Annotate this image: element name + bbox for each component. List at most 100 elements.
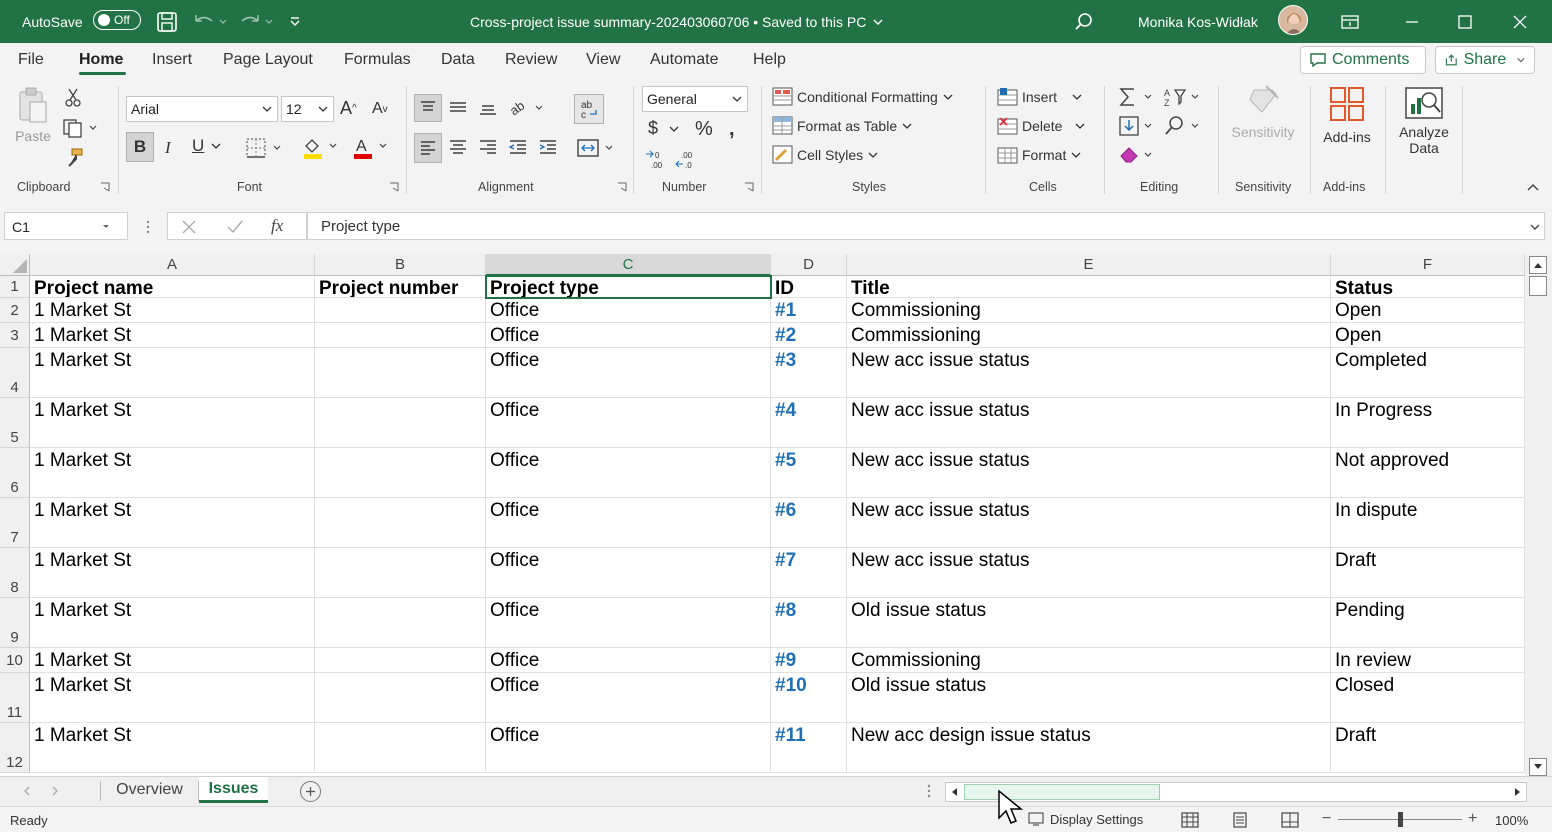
- scroll-left-icon[interactable]: [950, 787, 960, 797]
- column-header-b[interactable]: B: [315, 254, 486, 276]
- sheet-tab-overview[interactable]: Overview: [102, 777, 197, 803]
- minimize-icon[interactable]: [1389, 0, 1435, 43]
- table-cell[interactable]: 1 Market St: [30, 648, 315, 673]
- align-middle-icon[interactable]: [448, 98, 468, 116]
- row-header[interactable]: 1: [0, 276, 30, 298]
- table-cell[interactable]: New acc issue status: [847, 348, 1331, 398]
- issue-id-link[interactable]: #3: [771, 348, 847, 398]
- find-select-icon[interactable]: [1163, 115, 1203, 137]
- zoom-level[interactable]: 100%: [1495, 813, 1528, 828]
- number-launcher-icon[interactable]: [744, 182, 754, 192]
- scroll-down-icon[interactable]: [1529, 758, 1547, 776]
- zoom-in-icon[interactable]: +: [1468, 810, 1477, 828]
- table-cell[interactable]: 1 Market St: [30, 673, 315, 723]
- increase-font-icon[interactable]: A ^: [340, 98, 357, 119]
- table-cell[interactable]: Office: [486, 673, 771, 723]
- table-cell[interactable]: [315, 298, 486, 323]
- tab-split-grip-icon[interactable]: [926, 784, 932, 798]
- scroll-up-icon[interactable]: [1529, 256, 1547, 274]
- row-header[interactable]: 9: [0, 598, 30, 648]
- percent-icon[interactable]: %: [695, 118, 713, 141]
- add-ins-button[interactable]: Add-ins: [1316, 86, 1378, 145]
- tab-page-layout[interactable]: Page Layout: [223, 51, 313, 69]
- orientation-icon[interactable]: ab: [508, 96, 546, 118]
- number-format-select[interactable]: General: [642, 86, 748, 112]
- table-cell[interactable]: Office: [486, 348, 771, 398]
- issue-id-link[interactable]: #8: [771, 598, 847, 648]
- name-box[interactable]: C1: [4, 212, 128, 240]
- table-cell[interactable]: Office: [486, 598, 771, 648]
- table-cell[interactable]: Office: [486, 498, 771, 548]
- table-cell[interactable]: [315, 448, 486, 498]
- font-launcher-icon[interactable]: [389, 182, 399, 192]
- table-cell[interactable]: In dispute: [1331, 498, 1525, 548]
- table-cell[interactable]: New acc issue status: [847, 398, 1331, 448]
- cancel-icon[interactable]: [181, 219, 197, 235]
- paste-button[interactable]: Paste: [14, 86, 52, 144]
- autosum-icon[interactable]: [1118, 86, 1158, 108]
- row-header[interactable]: 4: [0, 348, 30, 398]
- formula-input[interactable]: Project type: [307, 212, 1545, 240]
- row-header[interactable]: 10: [0, 648, 30, 673]
- sensitivity-button[interactable]: Sensitivity: [1228, 84, 1298, 140]
- table-cell[interactable]: 1 Market St: [30, 548, 315, 598]
- clipboard-launcher-icon[interactable]: [100, 182, 110, 192]
- analyze-data-button[interactable]: Analyze Data: [1395, 86, 1453, 156]
- user-name[interactable]: Monika Kos-Widłak: [1138, 0, 1258, 43]
- merge-center-icon[interactable]: [576, 138, 616, 158]
- header-cell[interactable]: Project number: [315, 276, 486, 298]
- table-cell[interactable]: Office: [486, 298, 771, 323]
- table-cell[interactable]: Commissioning: [847, 298, 1331, 323]
- table-cell[interactable]: Not approved: [1331, 448, 1525, 498]
- table-cell[interactable]: [315, 398, 486, 448]
- table-cell[interactable]: 1 Market St: [30, 348, 315, 398]
- column-header-f[interactable]: F: [1331, 254, 1525, 276]
- sheet-tab-issues[interactable]: Issues: [199, 777, 268, 803]
- document-title[interactable]: Cross-project issue summary-202403060706…: [470, 0, 885, 43]
- autosave-toggle[interactable]: Off: [93, 10, 141, 30]
- table-cell[interactable]: [315, 598, 486, 648]
- table-cell[interactable]: Open: [1331, 323, 1525, 348]
- table-cell[interactable]: [315, 498, 486, 548]
- collapse-ribbon-icon[interactable]: [1526, 182, 1540, 192]
- table-cell[interactable]: Completed: [1331, 348, 1525, 398]
- header-cell[interactable]: Project name: [30, 276, 315, 298]
- row-header[interactable]: 6: [0, 448, 30, 498]
- format-cells-button[interactable]: Format: [997, 145, 1082, 165]
- copy-icon[interactable]: [62, 118, 100, 138]
- table-cell[interactable]: [315, 648, 486, 673]
- increase-decimal-icon[interactable]: 0.00: [645, 148, 669, 170]
- table-cell[interactable]: In review: [1331, 648, 1525, 673]
- column-header-e[interactable]: E: [847, 254, 1331, 276]
- tab-help[interactable]: Help: [753, 51, 786, 69]
- fill-color-icon[interactable]: [302, 136, 342, 160]
- ribbon-display-icon[interactable]: [1327, 0, 1373, 43]
- format-painter-icon[interactable]: [64, 148, 84, 168]
- delete-cells-button[interactable]: Delete: [997, 116, 1086, 136]
- table-cell[interactable]: New acc issue status: [847, 548, 1331, 598]
- tab-home[interactable]: Home: [79, 51, 123, 69]
- column-header-c[interactable]: C: [486, 254, 771, 276]
- row-header[interactable]: 2: [0, 298, 30, 323]
- table-cell[interactable]: Office: [486, 723, 771, 773]
- currency-icon[interactable]: $: [648, 118, 680, 139]
- borders-icon[interactable]: [246, 138, 286, 158]
- table-cell[interactable]: Draft: [1331, 723, 1525, 773]
- header-cell[interactable]: Title: [847, 276, 1331, 298]
- header-cell[interactable]: Status: [1331, 276, 1525, 298]
- wrap-text-icon[interactable]: ab c: [574, 94, 604, 124]
- enter-check-icon[interactable]: [226, 219, 244, 235]
- table-cell[interactable]: Draft: [1331, 548, 1525, 598]
- font-color-icon[interactable]: A: [352, 136, 392, 160]
- issue-id-link[interactable]: #4: [771, 398, 847, 448]
- table-cell[interactable]: Office: [486, 323, 771, 348]
- customize-toolbar-icon[interactable]: [288, 0, 302, 43]
- table-cell[interactable]: [315, 723, 486, 773]
- table-cell[interactable]: Office: [486, 548, 771, 598]
- insert-cells-button[interactable]: Insert: [997, 87, 1083, 107]
- decrease-indent-icon[interactable]: [508, 138, 528, 156]
- table-cell[interactable]: 1 Market St: [30, 598, 315, 648]
- undo-icon[interactable]: [192, 0, 228, 43]
- table-cell[interactable]: 1 Market St: [30, 448, 315, 498]
- alignment-launcher-icon[interactable]: [617, 182, 627, 192]
